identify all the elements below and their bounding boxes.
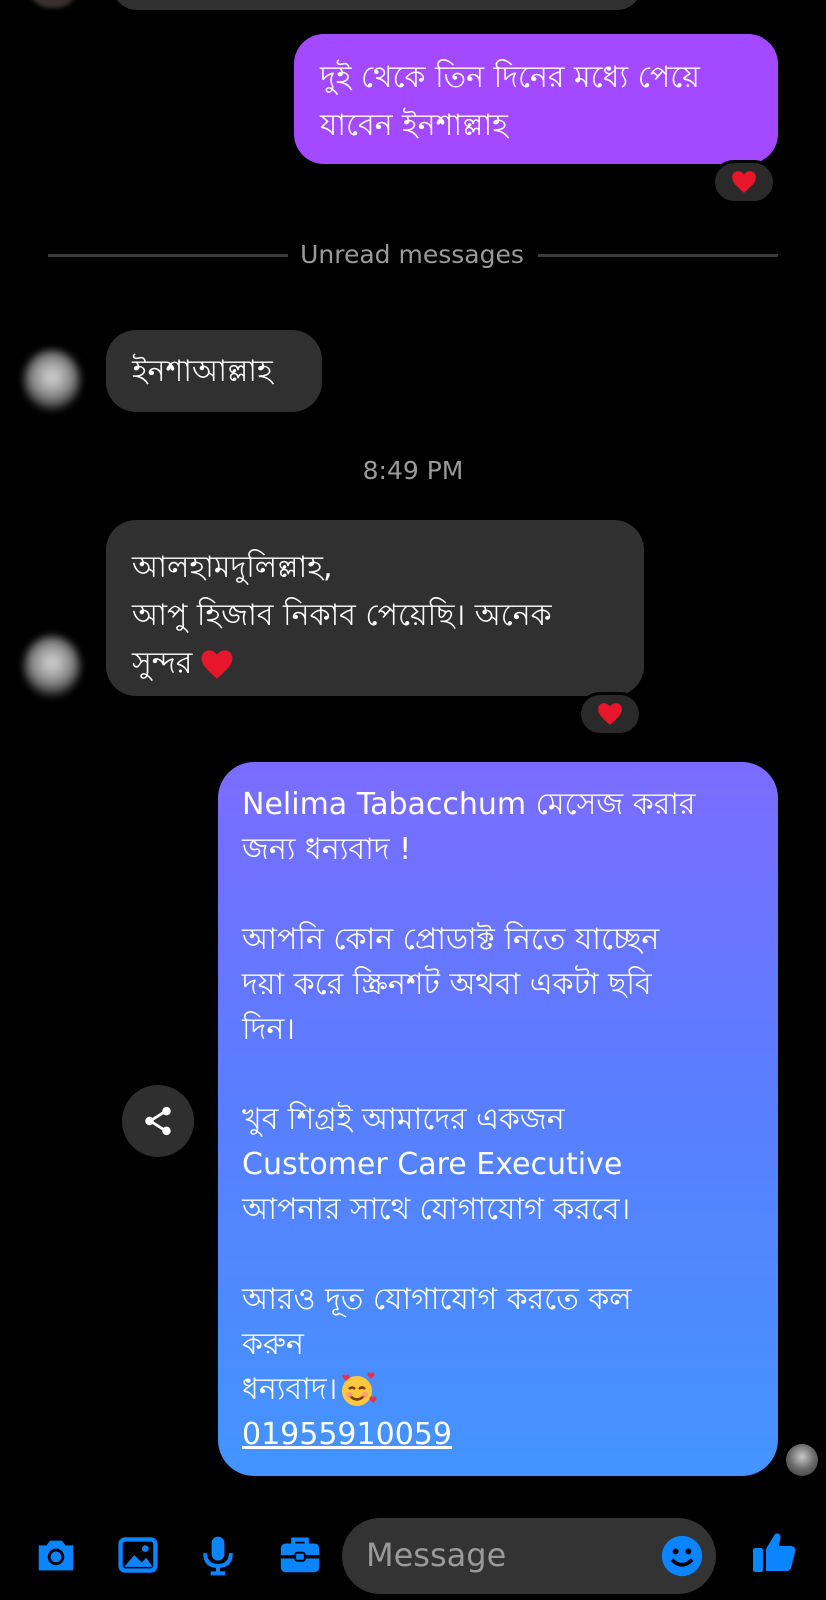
seen-avatar [786,1444,818,1476]
emoji-button[interactable] [654,1528,710,1584]
message-line: আপু হিজাব নিকাব পেয়েছি। অনেক [132,598,552,633]
outgoing-message[interactable]: দুই থেকে তিন দিনের মধ্যে পেয়ে যাবেন ইনশ… [294,34,778,164]
message-line: Customer Care Executive [242,1147,623,1182]
message-text: ইনশাআল্লাহ [132,354,273,389]
share-button[interactable] [122,1085,194,1157]
message-line: সুন্দর [132,646,193,681]
message-line: দিন। [242,1012,295,1047]
message-line: ধন্যবাদ। [242,1372,338,1407]
contact-avatar[interactable] [24,636,80,696]
message-line: Nelima Tabacchum মেসেজ করার [242,787,696,822]
message-line-with-heart: সুন্দর [132,640,618,688]
voice-button[interactable] [190,1527,246,1583]
briefcase-icon [280,1537,320,1573]
divider-line-left [48,254,288,257]
heart-icon [598,703,622,725]
message-line: আলহামদুলিল্লাহ, [132,550,333,585]
divider-line-right [538,254,778,257]
unread-messages-divider: Unread messages [300,240,524,269]
mic-icon [203,1536,233,1576]
incoming-message[interactable]: আলহামদুলিল্লাহ, আপু হিজাব নিকাব পেয়েছি।… [106,520,644,696]
message-line: করুন [242,1327,304,1362]
heart-icon [201,649,233,679]
phone-link[interactable]: 01955910059 [242,1412,754,1457]
timestamp: 8:49 PM [362,456,464,485]
gallery-icon [118,1537,158,1573]
share-icon [145,1106,171,1136]
incoming-message[interactable]: ইনশাআল্লাহ [106,330,322,412]
message-line: খুব শিগ্রই আমাদের একজন [242,1102,565,1137]
message-line: দয়া করে স্ক্রিনশট অথবা একটা ছবি [242,967,652,1002]
message-line: আপনি কোন প্রোডাক্ট নিতে যাচ্ছেন [242,922,660,957]
message-line: আপনার সাথে যোগাযোগ করবে। [242,1192,631,1227]
reaction-badge[interactable] [578,692,642,736]
emoji-icon [661,1535,703,1577]
message-text: দুই থেকে তিন দিনের মধ্যে পেয়ে যাবেন ইনশ… [320,60,700,143]
message-line-with-emoji: ধন্যবাদ। [242,1367,754,1412]
reaction-badge[interactable] [712,160,776,204]
heart-icon [732,171,756,193]
outgoing-auto-reply-message[interactable]: Nelima Tabacchum মেসেজ করার জন্য ধন্যবাদ… [218,762,778,1476]
partial-message-bubble [112,0,642,10]
message-line: আরও দূত যোগাযোগ করতে কল [242,1282,632,1317]
partial-avatar [28,0,78,8]
camera-button[interactable] [28,1527,84,1583]
smiling-face-with-hearts-icon [342,1372,377,1406]
contact-avatar[interactable] [24,350,80,410]
message-placeholder: Message [366,1536,507,1574]
gallery-button[interactable] [110,1527,166,1583]
camera-icon [38,1540,74,1571]
business-tools-button[interactable] [272,1527,328,1583]
like-button[interactable] [746,1524,802,1580]
message-line: জন্য ধন্যবাদ ! [242,832,412,867]
thumbs-up-icon [753,1533,796,1572]
